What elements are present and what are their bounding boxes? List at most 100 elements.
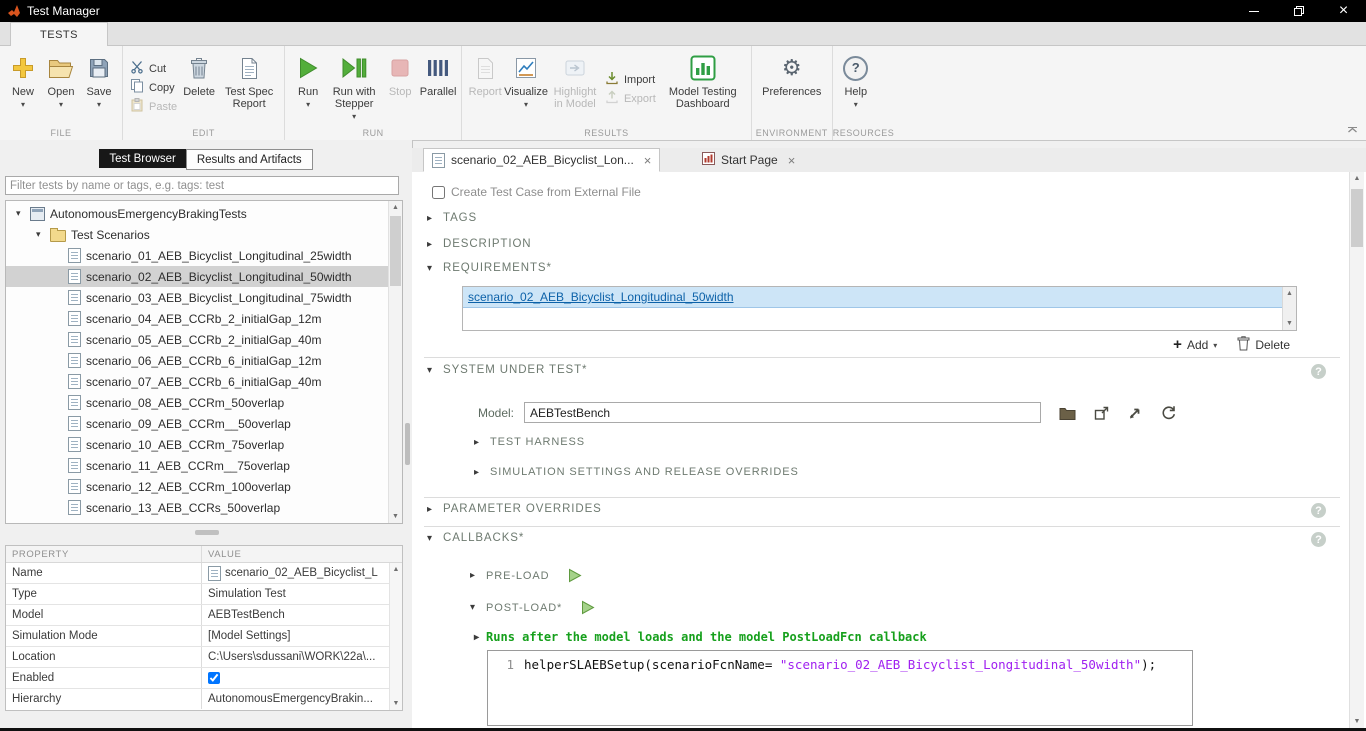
add-requirement-button[interactable]: + Add ▾ — [1173, 338, 1217, 352]
section-test-harness[interactable]: ▸ TEST HARNESS — [474, 436, 585, 448]
section-requirements[interactable]: ▾ REQUIREMENTS* — [427, 262, 552, 274]
minimize-button[interactable] — [1231, 0, 1276, 22]
tab-test-case[interactable]: scenario_02_AEB_Bicyclist_Lon... × — [423, 148, 660, 172]
section-description[interactable]: ▸ DESCRIPTION — [427, 238, 532, 250]
tree-item[interactable]: scenario_04_AEB_CCRb_2_initialGap_12m — [6, 308, 403, 329]
run-postload-icon[interactable] — [581, 600, 595, 615]
refresh-icon[interactable] — [1161, 405, 1176, 420]
scrollbar-thumb[interactable] — [390, 216, 401, 286]
caret-expanded-icon: ▾ — [427, 533, 436, 544]
tree-item[interactable]: scenario_12_AEB_CCRm_100overlap — [6, 476, 403, 497]
scroll-up-icon[interactable]: ▲ — [1283, 287, 1296, 300]
save-button[interactable]: Save ▾ — [80, 46, 118, 108]
run-preload-icon[interactable] — [568, 568, 582, 583]
help-button[interactable]: ? Help ▾ — [837, 46, 875, 108]
section-divider — [424, 497, 1340, 498]
requirement-item-selected[interactable]: scenario_02_AEB_Bicyclist_Longitudinal_5… — [463, 287, 1282, 308]
copy-button[interactable]: Copy — [127, 78, 180, 97]
export-button[interactable]: Export — [602, 89, 659, 108]
model-input[interactable] — [524, 402, 1041, 423]
new-button[interactable]: New ▾ — [4, 46, 42, 108]
run-button[interactable]: Run ▾ — [289, 46, 327, 108]
tree-item[interactable]: scenario_06_AEB_CCRb_6_initialGap_12m — [6, 350, 403, 371]
main-scrollbar[interactable]: ▲ ▼ — [1349, 172, 1364, 728]
scroll-down-icon[interactable]: ▼ — [1283, 317, 1296, 330]
scroll-down-icon[interactable]: ▼ — [389, 510, 402, 523]
visualize-button[interactable]: Visualize ▾ — [504, 46, 548, 108]
horizontal-splitter-handle[interactable] — [195, 530, 219, 535]
tree-item[interactable]: scenario_05_AEB_CCRb_2_initialGap_40m — [6, 329, 403, 350]
highlight-in-model-button[interactable]: Highlight in Model — [548, 46, 602, 110]
tab-test-browser[interactable]: Test Browser — [99, 149, 185, 168]
tab-start-page[interactable]: Start Page × — [694, 148, 803, 172]
test-spec-report-button[interactable]: Test Spec Report — [218, 46, 280, 110]
ribbon-group-resources: ? Help ▾ RESOURCES — [833, 46, 879, 140]
create-from-external-file-checkbox[interactable] — [432, 186, 445, 199]
scroll-up-icon[interactable]: ▲ — [390, 563, 402, 576]
requirement-link[interactable]: scenario_02_AEB_Bicyclist_Longitudinal_5… — [468, 290, 734, 304]
close-tab-icon[interactable]: × — [788, 154, 796, 167]
paste-button[interactable]: Paste — [127, 97, 180, 116]
collapse-ribbon-button[interactable] — [1347, 122, 1358, 136]
preferences-button[interactable]: ⚙ Preferences — [756, 46, 828, 98]
create-harness-icon[interactable] — [1094, 405, 1110, 421]
filter-tests-input[interactable] — [5, 176, 399, 195]
section-simulation-settings[interactable]: ▸ SIMULATION SETTINGS AND RELEASE OVERRI… — [474, 466, 799, 478]
tree-item[interactable]: scenario_08_AEB_CCRm_50overlap — [6, 392, 403, 413]
report-button[interactable]: Report — [466, 46, 504, 98]
scroll-down-icon[interactable]: ▼ — [390, 697, 402, 710]
delete-button[interactable]: Delete — [180, 46, 218, 98]
open-model-icon[interactable] — [1059, 406, 1076, 420]
tree-item[interactable]: scenario_11_AEB_CCRm__75overlap — [6, 455, 403, 476]
run-with-stepper-button[interactable]: Run with Stepper ▾ — [327, 46, 381, 120]
tree-item[interactable]: scenario_13_AEB_CCRs_50overlap — [6, 497, 403, 518]
section-pre-load[interactable]: ▸ PRE-LOAD — [470, 568, 582, 583]
model-testing-dashboard-button[interactable]: Model Testing Dashboard — [659, 46, 747, 110]
help-question-icon[interactable]: ? — [1311, 503, 1326, 518]
post-load-code-editor[interactable]: 1 helperSLAEBSetup(scenarioFcnName= "sce… — [487, 650, 1193, 726]
tree-item[interactable]: scenario_07_AEB_CCRb_6_initialGap_40m — [6, 371, 403, 392]
tree-item[interactable]: scenario_03_AEB_Bicyclist_Longitudinal_7… — [6, 287, 403, 308]
section-post-load[interactable]: ▾ POST-LOAD* — [470, 600, 595, 615]
scroll-up-icon[interactable]: ▲ — [389, 201, 402, 214]
post-load-hint[interactable]: ▸ Runs after the model loads and the mod… — [474, 630, 927, 644]
import-button[interactable]: Import — [602, 70, 659, 89]
scrollbar-thumb[interactable] — [1351, 189, 1363, 247]
enabled-checkbox[interactable] — [208, 672, 220, 684]
run-play-icon — [297, 53, 319, 83]
tree-item[interactable]: scenario_01_AEB_Bicyclist_Longitudinal_2… — [6, 245, 403, 266]
caret-expanded-icon: ▾ — [36, 229, 45, 240]
tree-item[interactable]: scenario_09_AEB_CCRm__50overlap — [6, 413, 403, 434]
scroll-up-icon[interactable]: ▲ — [1350, 172, 1364, 185]
cut-button[interactable]: Cut — [127, 59, 180, 78]
section-tags[interactable]: ▸ TAGS — [427, 212, 477, 224]
tab-results-and-artifacts[interactable]: Results and Artifacts — [186, 149, 313, 170]
tree-item-selected[interactable]: scenario_02_AEB_Bicyclist_Longitudinal_5… — [6, 266, 403, 287]
tree-item[interactable]: scenario_10_AEB_CCRm_75overlap — [6, 434, 403, 455]
close-button[interactable]: × — [1321, 0, 1366, 22]
panel-splitter-handle[interactable] — [405, 423, 410, 465]
properties-table: PROPERTY VALUE Name scenario_02_AEB_Bicy… — [5, 545, 403, 711]
tree-root-suite[interactable]: ▾ AutonomousEmergencyBrakingTests — [6, 203, 397, 224]
section-parameter-overrides[interactable]: ▸ PARAMETER OVERRIDES — [427, 503, 602, 515]
tree-folder-test-scenarios[interactable]: ▾ Test Scenarios — [6, 224, 403, 245]
properties-scrollbar[interactable]: ▲ ▼ — [389, 563, 402, 710]
goto-model-icon[interactable] — [1128, 405, 1143, 420]
tab-tests[interactable]: TESTS — [10, 22, 108, 46]
scroll-down-icon[interactable]: ▼ — [1350, 715, 1364, 728]
stop-button[interactable]: Stop — [381, 46, 419, 98]
delete-requirement-button[interactable]: Delete — [1237, 336, 1290, 354]
test-case-editor: Create Test Case from External File ▸ TA… — [412, 172, 1366, 728]
open-button[interactable]: Open ▾ — [42, 46, 80, 108]
test-file-icon — [68, 437, 81, 452]
requirements-scrollbar[interactable]: ▲ ▼ — [1282, 287, 1296, 330]
help-question-icon[interactable]: ? — [1311, 364, 1326, 379]
parallel-button[interactable]: Parallel — [419, 46, 457, 98]
restore-button[interactable] — [1276, 0, 1321, 22]
help-question-icon[interactable]: ? — [1311, 532, 1326, 547]
close-tab-icon[interactable]: × — [644, 154, 652, 167]
model-label: Model: — [478, 406, 514, 420]
section-callbacks[interactable]: ▾ CALLBACKS* — [427, 532, 524, 544]
section-system-under-test[interactable]: ▾ SYSTEM UNDER TEST* — [427, 364, 587, 376]
tree-scrollbar[interactable]: ▲ ▼ — [388, 201, 402, 523]
